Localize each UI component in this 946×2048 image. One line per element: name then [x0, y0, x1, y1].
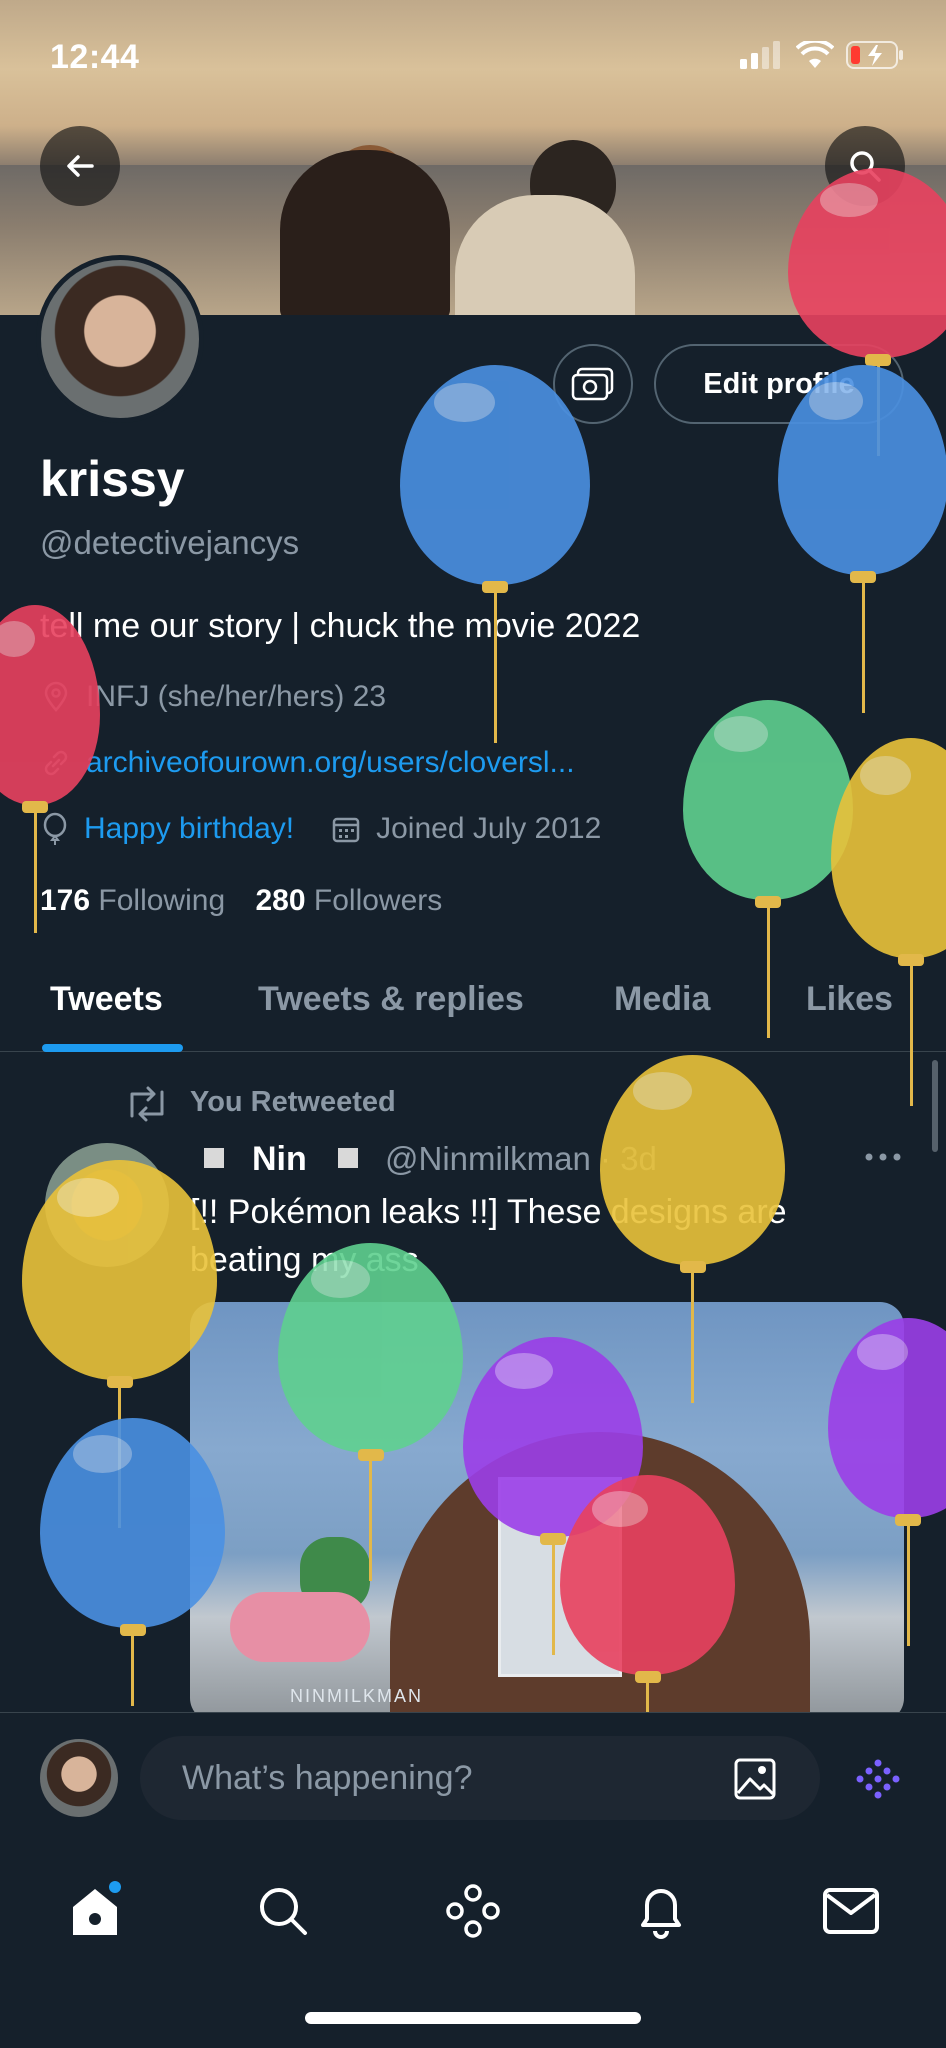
sparkle-icon[interactable] [856, 1759, 900, 1799]
home-icon [73, 1881, 121, 1935]
tab-likes[interactable]: Likes [806, 980, 893, 1019]
tweet-text: [!! Pokémon leaks !!] These designs are … [190, 1193, 787, 1279]
profile-birthday: Happy birthday! [84, 812, 295, 845]
more-icon[interactable] [864, 1150, 902, 1164]
following-label: Following [98, 884, 226, 917]
tweet-author-name[interactable]: Nin [252, 1140, 307, 1179]
tab-media[interactable]: Media [614, 980, 710, 1019]
profile-name: krissy [40, 451, 185, 507]
location-icon [44, 681, 68, 712]
edit-profile-button[interactable]: Edit profile [654, 344, 904, 424]
scrollbar[interactable] [932, 1060, 938, 1152]
back-arrow-icon [67, 155, 94, 177]
wifi-icon [796, 41, 834, 68]
followers-link[interactable]: 280 Followers [255, 884, 442, 917]
status-icons [740, 40, 906, 70]
profile-tabs: Tweets Tweets & replies Media Likes [0, 960, 946, 1052]
balloon-icon [831, 738, 946, 1112]
battery-icon [846, 41, 903, 69]
compose-input[interactable]: What’s happening? [140, 1736, 820, 1820]
website-row: archiveofourown.org/users/cloversl... [40, 746, 575, 780]
search-icon [850, 151, 881, 182]
balloon-icon [400, 365, 590, 749]
image-icon[interactable] [733, 1757, 777, 1801]
nav-notifications[interactable] [626, 1876, 696, 1946]
followers-label: Followers [313, 884, 443, 917]
tweet-author-handle: @Ninmilkman · 3d [385, 1140, 657, 1177]
nav-explore[interactable] [248, 1876, 318, 1946]
tab-tweets[interactable]: Tweets [50, 980, 163, 1019]
followers-count: 280 [255, 884, 306, 917]
status-time: 12:44 [50, 38, 140, 76]
bottom-navigation [0, 1840, 946, 2048]
profile-joined: Joined July 2012 [376, 812, 602, 845]
tab-tweets-replies[interactable]: Tweets & replies [258, 980, 524, 1019]
profile-location: INFJ (she/her/hers) 23 [86, 680, 387, 713]
compose-avatar[interactable] [40, 1739, 118, 1817]
active-tab-indicator [42, 1044, 183, 1052]
retweet-icon [130, 1086, 164, 1122]
emoji-square-icon [204, 1148, 224, 1168]
home-indicator [305, 2012, 641, 2024]
birthday-joined-row: Happy birthday! Joined July 2012 [40, 812, 601, 846]
notifications-icon [641, 1889, 681, 1939]
camera-icon [571, 367, 614, 401]
back-button[interactable] [40, 126, 120, 206]
compose-placeholder: What’s happening? [182, 1758, 473, 1797]
explore-icon [260, 1888, 307, 1935]
nav-messages[interactable] [816, 1876, 886, 1946]
retweet-label: You Retweeted [190, 1086, 396, 1118]
profile-bio: tell me our story | chuck the movie 2022 [40, 607, 641, 645]
nav-spaces[interactable] [438, 1876, 508, 1946]
tweet-media[interactable]: NINMILKMAN [190, 1302, 904, 1722]
search-button[interactable] [825, 126, 905, 206]
link-icon [44, 750, 68, 776]
follow-counts: 176 Following 280 Followers [40, 884, 442, 918]
media-watermark: NINMILKMAN [290, 1686, 424, 1706]
following-count: 176 [40, 884, 91, 917]
spaces-icon [446, 1884, 500, 1938]
nav-home[interactable] [60, 1876, 130, 1946]
profile-avatar[interactable] [36, 255, 204, 423]
balloon-icon [43, 812, 67, 845]
signal-icon [740, 41, 780, 69]
profile-handle: @detectivejancys [40, 524, 300, 561]
profile-website-link[interactable]: archiveofourown.org/users/cloversl... [86, 746, 575, 780]
tweet-author-avatar[interactable] [45, 1143, 169, 1267]
location-row: INFJ (she/her/hers) 23 [40, 680, 386, 714]
emoji-square-icon [338, 1148, 358, 1168]
following-link[interactable]: 176 Following [40, 884, 225, 917]
compose-bar: What’s happening? [0, 1712, 946, 1840]
calendar-icon [332, 817, 360, 843]
camera-button[interactable] [553, 344, 633, 424]
messages-icon [823, 1888, 879, 1934]
